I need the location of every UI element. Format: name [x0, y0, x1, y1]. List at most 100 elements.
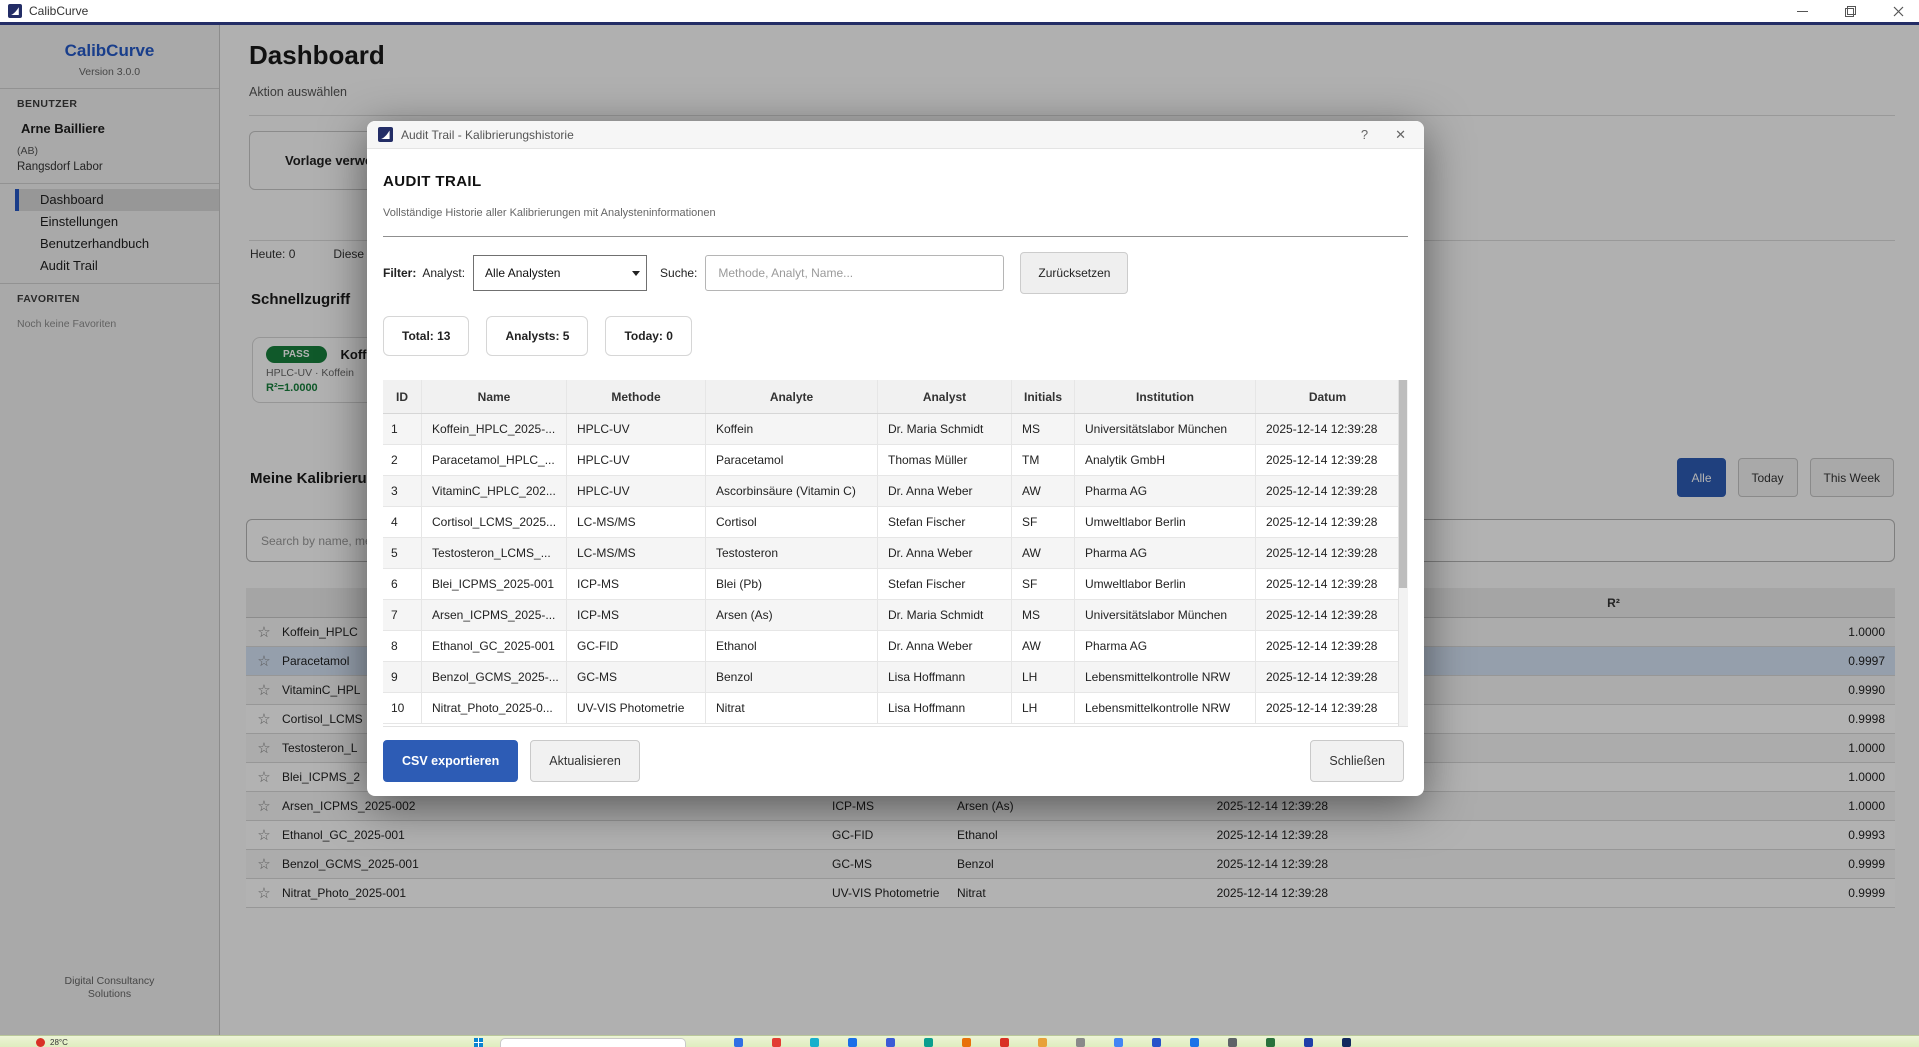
- audit-row[interactable]: 1 Koffein_HPLC_2025-... HPLC-UV Koffein …: [383, 414, 1408, 445]
- audit-analyst: Lisa Hoffmann: [878, 693, 1012, 723]
- audit-analyte: Testosteron: [706, 538, 878, 568]
- taskbar-app-icon[interactable]: [1190, 1038, 1199, 1047]
- taskbar-search-box[interactable]: [500, 1038, 686, 1047]
- reset-button[interactable]: Zurücksetzen: [1020, 252, 1128, 294]
- minimize-button[interactable]: [1795, 4, 1809, 18]
- analyst-select-value: Alle Analysten: [474, 266, 626, 280]
- audit-institution: Universitätslabor München: [1075, 600, 1256, 630]
- maximize-button[interactable]: [1843, 4, 1857, 18]
- audit-id: 8: [383, 631, 422, 661]
- audit-row[interactable]: 5 Testosteron_LCMS_... LC-MS/MS Testoste…: [383, 538, 1408, 569]
- audit-analyst: Dr. Anna Weber: [878, 631, 1012, 661]
- taskbar-app-icon[interactable]: [1342, 1038, 1351, 1047]
- close-dialog-button[interactable]: Schließen: [1310, 740, 1404, 782]
- export-csv-label: CSV exportieren: [402, 754, 499, 768]
- audit-institution: Universitätslabor München: [1075, 414, 1256, 444]
- table-scrollbar[interactable]: [1398, 380, 1408, 726]
- audit-institution: Lebensmittelkontrolle NRW: [1075, 662, 1256, 692]
- audit-initials: AW: [1012, 631, 1075, 661]
- dialog-logo-icon: [378, 127, 393, 142]
- taskbar-app-icon[interactable]: [1228, 1038, 1237, 1047]
- audit-initials: MS: [1012, 600, 1075, 630]
- audit-row[interactable]: 2 Paracetamol_HPLC_... HPLC-UV Paracetam…: [383, 445, 1408, 476]
- audit-name: Koffein_HPLC_2025-...: [422, 414, 567, 444]
- audit-method: ICP-MS: [567, 600, 706, 630]
- audit-row[interactable]: 6 Blei_ICPMS_2025-001 ICP-MS Blei (Pb) S…: [383, 569, 1408, 600]
- audit-analyst: Stefan Fischer: [878, 507, 1012, 537]
- audit-institution: Lebensmittelkontrolle NRW: [1075, 693, 1256, 723]
- audit-institution: Pharma AG: [1075, 538, 1256, 568]
- stat-chip-label: Total: 13: [402, 329, 450, 343]
- refresh-label: Aktualisieren: [549, 754, 621, 768]
- audit-search-input[interactable]: [705, 255, 1004, 291]
- audit-row[interactable]: 10 Nitrat_Photo_2025-0... UV-VIS Photome…: [383, 693, 1408, 724]
- audit-date: 2025-12-14 12:39:28: [1256, 600, 1399, 630]
- taskbar-app-icon[interactable]: [1266, 1038, 1275, 1047]
- audit-id: 7: [383, 600, 422, 630]
- audit-method: LC-MS/MS: [567, 538, 706, 568]
- close-button[interactable]: [1891, 4, 1905, 18]
- header-id: ID: [383, 380, 422, 413]
- taskbar-app-icon[interactable]: [810, 1038, 819, 1047]
- audit-row[interactable]: 4 Cortisol_LCMS_2025... LC-MS/MS Cortiso…: [383, 507, 1408, 538]
- audit-id: 5: [383, 538, 422, 568]
- window-controls: [1795, 4, 1905, 18]
- audit-table-header: ID Name Methode Analyte Analyst Initials…: [383, 380, 1408, 414]
- start-button-icon[interactable]: [474, 1038, 483, 1047]
- header-name: Name: [422, 380, 567, 413]
- taskbar-app-icon[interactable]: [848, 1038, 857, 1047]
- audit-analyst: Lisa Hoffmann: [878, 662, 1012, 692]
- audit-analyst: Thomas Müller: [878, 445, 1012, 475]
- dialog-close-icon[interactable]: ✕: [1395, 127, 1406, 143]
- audit-initials: LH: [1012, 662, 1075, 692]
- audit-date: 2025-12-14 12:39:28: [1256, 693, 1399, 723]
- audit-initials: MS: [1012, 414, 1075, 444]
- audit-row[interactable]: 3 VitaminC_HPLC_202... HPLC-UV Ascorbins…: [383, 476, 1408, 507]
- header-date: Datum: [1256, 380, 1399, 413]
- taskbar-app-icon[interactable]: [1304, 1038, 1313, 1047]
- taskbar-app-icon[interactable]: [962, 1038, 971, 1047]
- audit-date: 2025-12-14 12:39:28: [1256, 445, 1399, 475]
- analyst-select[interactable]: Alle Analysten: [473, 255, 647, 291]
- audit-date: 2025-12-14 12:39:28: [1256, 538, 1399, 568]
- audit-analyte: Ethanol: [706, 631, 878, 661]
- audit-row[interactable]: 9 Benzol_GCMS_2025-... GC-MS Benzol Lisa…: [383, 662, 1408, 693]
- taskbar: 28°C: [0, 1035, 1919, 1047]
- taskbar-app-icon[interactable]: [1000, 1038, 1009, 1047]
- audit-method: LC-MS/MS: [567, 507, 706, 537]
- audit-initials: SF: [1012, 507, 1075, 537]
- audit-row[interactable]: 8 Ethanol_GC_2025-001 GC-FID Ethanol Dr.…: [383, 631, 1408, 662]
- audit-table-body: 1 Koffein_HPLC_2025-... HPLC-UV Koffein …: [383, 414, 1408, 724]
- audit-name: Benzol_GCMS_2025-...: [422, 662, 567, 692]
- header-method: Methode: [567, 380, 706, 413]
- taskbar-app-icon[interactable]: [1114, 1038, 1123, 1047]
- audit-analyte: Benzol: [706, 662, 878, 692]
- taskbar-app-icon[interactable]: [1076, 1038, 1085, 1047]
- audit-institution: Umweltlabor Berlin: [1075, 507, 1256, 537]
- taskbar-app-icon[interactable]: [734, 1038, 743, 1047]
- taskbar-app-icon[interactable]: [1152, 1038, 1161, 1047]
- header-institution: Institution: [1075, 380, 1256, 413]
- app-logo-icon: [8, 4, 22, 18]
- audit-row[interactable]: 7 Arsen_ICPMS_2025-... ICP-MS Arsen (As)…: [383, 600, 1408, 631]
- window-title: CalibCurve: [29, 4, 88, 18]
- refresh-button[interactable]: Aktualisieren: [530, 740, 640, 782]
- audit-name: Nitrat_Photo_2025-0...: [422, 693, 567, 723]
- table-scrollbar-thumb[interactable]: [1399, 380, 1407, 588]
- filter-label: Filter:: [383, 266, 416, 280]
- taskbar-app-icon[interactable]: [924, 1038, 933, 1047]
- brand-divider: [0, 22, 1919, 25]
- analyst-label: Analyst:: [422, 266, 465, 280]
- audit-date: 2025-12-14 12:39:28: [1256, 662, 1399, 692]
- dialog-help-button[interactable]: ?: [1361, 127, 1368, 142]
- audit-id: 6: [383, 569, 422, 599]
- reset-button-label: Zurücksetzen: [1038, 266, 1110, 280]
- taskbar-app-icon[interactable]: [886, 1038, 895, 1047]
- audit-date: 2025-12-14 12:39:28: [1256, 476, 1399, 506]
- taskbar-app-icon[interactable]: [772, 1038, 781, 1047]
- export-csv-button[interactable]: CSV exportieren: [383, 740, 518, 782]
- stat-chip-label: Today: 0: [624, 329, 672, 343]
- audit-name: Paracetamol_HPLC_...: [422, 445, 567, 475]
- taskbar-app-icon[interactable]: [1038, 1038, 1047, 1047]
- audit-analyte: Blei (Pb): [706, 569, 878, 599]
